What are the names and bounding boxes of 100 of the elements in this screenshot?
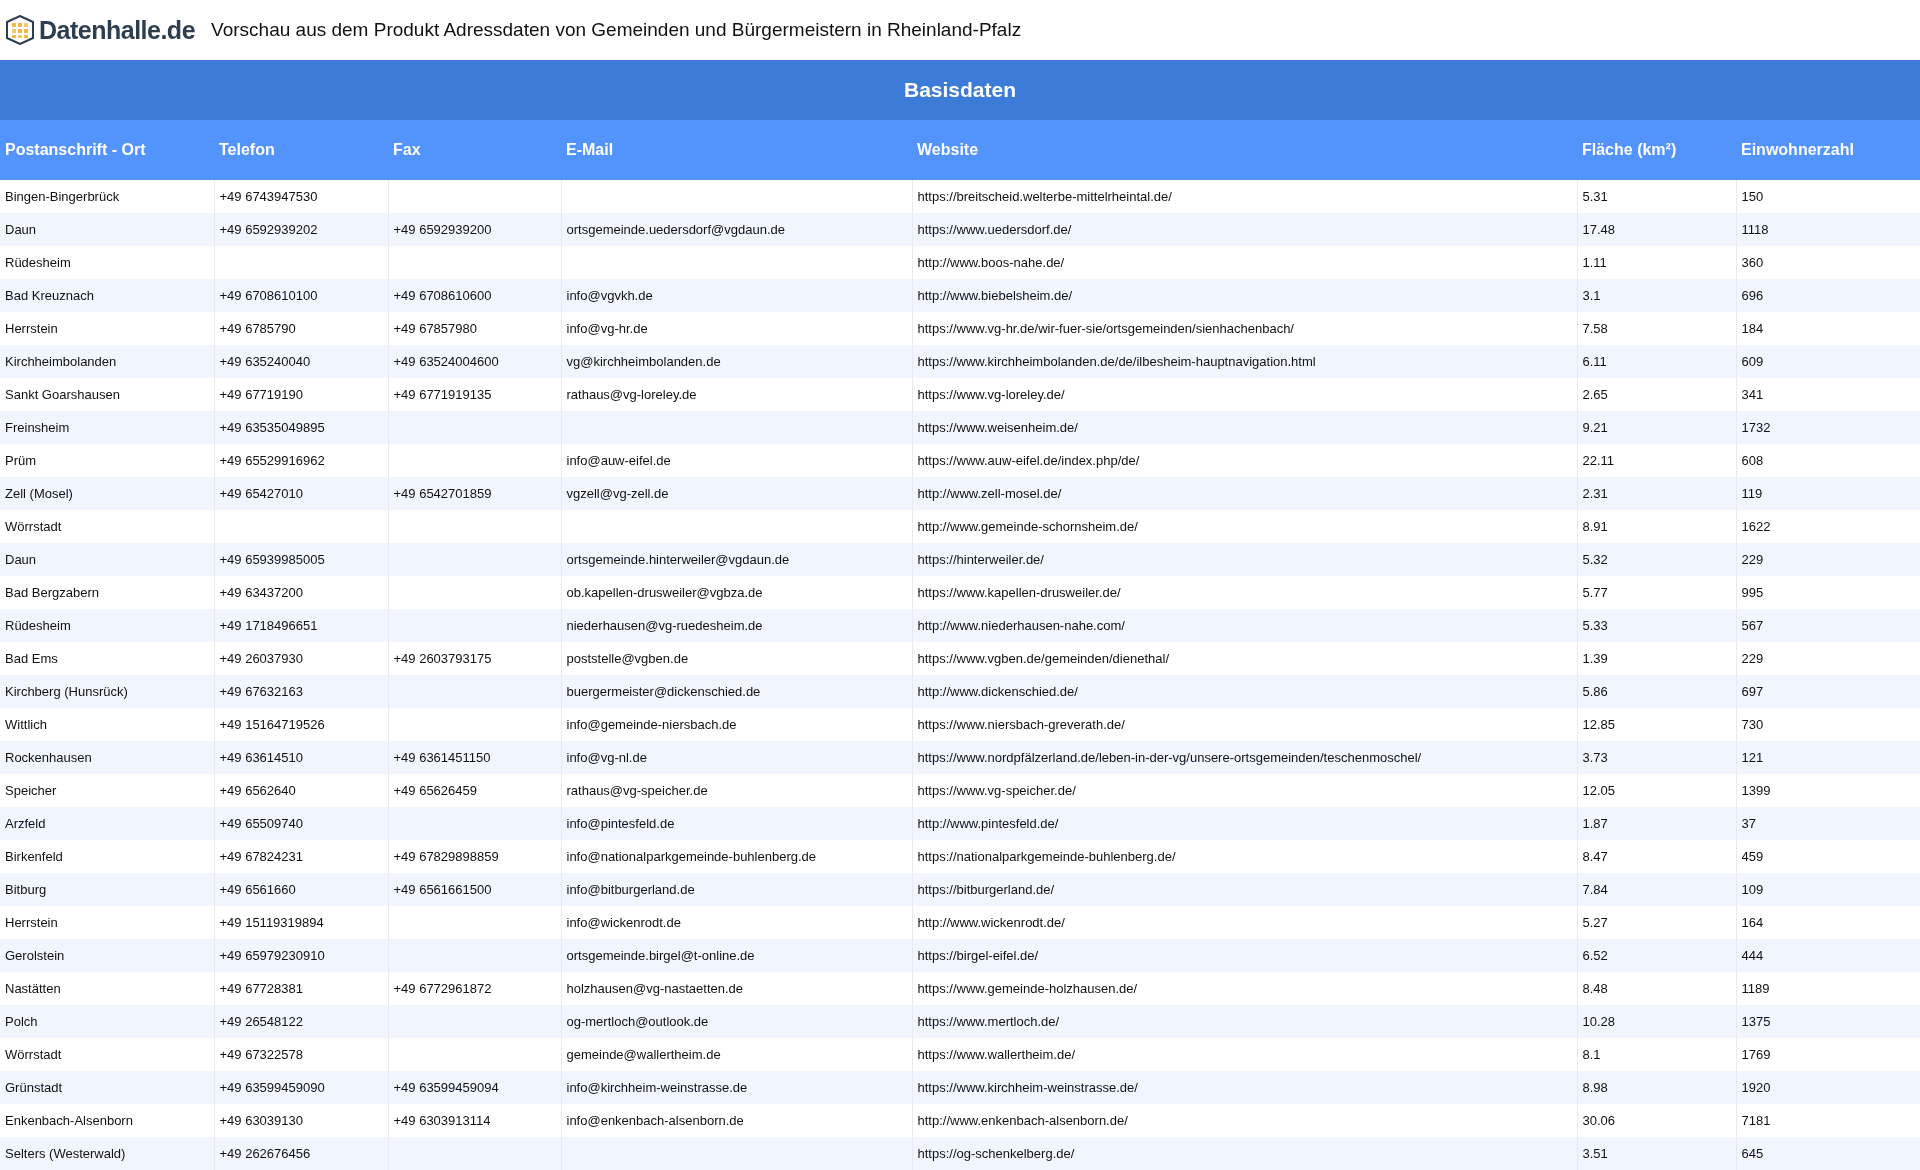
table-cell: 119 <box>1741 486 1763 501</box>
column-heading: Telefon <box>214 120 388 180</box>
table-cell: 8.98 <box>1582 1080 1608 1095</box>
table-cell: 164 <box>1741 915 1764 930</box>
table-cell: info@wickenrodt.de <box>566 915 681 930</box>
table-cell: Bitburg <box>5 882 47 897</box>
table-cell: +49 65979230910 <box>219 948 325 963</box>
table-cell: buergermeister@dickenschied.de <box>566 684 761 699</box>
table-cell: Rüdesheim <box>5 618 71 633</box>
table-cell: 8.91 <box>1582 519 1608 534</box>
table-cell: 17.48 <box>1582 222 1616 237</box>
table-cell: 3.73 <box>1582 750 1608 765</box>
table-cell: 5.31 <box>1582 189 1608 204</box>
table-cell: Polch <box>5 1014 38 1029</box>
table-cell: https://www.kapellen-drusweiler.de/ <box>917 585 1121 600</box>
table-cell: 1622 <box>1741 519 1771 534</box>
column-heading: Fläche (km²) <box>1577 120 1736 180</box>
table-cell: info@pintesfeld.de <box>566 816 675 831</box>
table-cell: 30.06 <box>1582 1113 1616 1128</box>
table-cell: 3.51 <box>1582 1146 1608 1161</box>
table-cell: rathaus@vg-loreley.de <box>566 387 697 402</box>
table-cell: ortsgemeinde.birgel@t-online.de <box>566 948 755 963</box>
table-cell: +49 67829898859 <box>393 849 499 864</box>
table-cell: +49 65529916962 <box>219 453 325 468</box>
table-cell: Herrstein <box>5 915 58 930</box>
column-heading: Einwohnerzahl <box>1736 120 1920 180</box>
table-cell: https://www.uedersdorf.de/ <box>917 222 1072 237</box>
table-cell: 229 <box>1741 552 1764 567</box>
table-cell: +49 6561660 <box>219 882 296 897</box>
table-cell: Kirchberg (Hunsrück) <box>5 684 128 699</box>
table-cell: info@bitburgerland.de <box>566 882 695 897</box>
table-cell: 37 <box>1741 816 1756 831</box>
table-cell: Gerolstein <box>5 948 65 963</box>
table-cell: +49 26548122 <box>219 1014 303 1029</box>
table-cell: +49 6361451150 <box>393 750 491 765</box>
table-cell: niederhausen@vg-ruedesheim.de <box>566 618 763 633</box>
table-cell: 5.86 <box>1582 684 1608 699</box>
table-cell: 150 <box>1741 189 1764 204</box>
table-cell: 444 <box>1741 948 1764 963</box>
table-cell: +49 15119319894 <box>219 915 324 930</box>
table-cell: http://www.boos-nahe.de/ <box>917 255 1065 270</box>
table-cell: 7.84 <box>1582 882 1608 897</box>
table-cell: 360 <box>1741 255 1764 270</box>
table-cell: 567 <box>1741 618 1764 633</box>
table-cell: info@vgvkh.de <box>566 288 653 303</box>
table-cell: +49 63599459094 <box>393 1080 499 1095</box>
table-cell: 341 <box>1741 387 1764 402</box>
table-cell: og-mertloch@outlook.de <box>566 1014 709 1029</box>
table-cell: 1399 <box>1741 783 1771 798</box>
table-cell: info@auw-eifel.de <box>566 453 671 468</box>
table-cell: +49 6785790 <box>219 321 296 336</box>
table-cell: Wörrstadt <box>5 519 62 534</box>
table-cell: Wörrstadt <box>5 1047 62 1062</box>
table-cell: https://hinterweiler.de/ <box>917 552 1044 567</box>
group-heading: Basisdaten <box>0 60 1920 120</box>
table-cell: +49 63599459090 <box>219 1080 325 1095</box>
table-cell: gemeinde@wallertheim.de <box>566 1047 721 1062</box>
table-cell: Bad Bergzabern <box>5 585 99 600</box>
table-cell: https://www.nordpfälzerland.de/leben-in-der-vg/unsere-ortsgemeinden/teschenmoschel/ <box>917 750 1422 765</box>
table-cell: +49 67857980 <box>393 321 477 336</box>
table-cell: 109 <box>1741 882 1764 897</box>
table-cell: 1732 <box>1741 420 1771 435</box>
table-cell: 1375 <box>1741 1014 1771 1029</box>
table-cell: https://www.vg-loreley.de/ <box>917 387 1065 402</box>
table-cell: ortsgemeinde.hinterweiler@vgdaun.de <box>566 552 790 567</box>
table-cell: +49 6303913114 <box>393 1113 491 1128</box>
table-cell: 1769 <box>1741 1047 1771 1062</box>
table-cell: https://www.gemeinde-holzhausen.de/ <box>917 981 1138 996</box>
table-cell: +49 6708610600 <box>393 288 492 303</box>
table-cell: Prüm <box>5 453 37 468</box>
table-cell: +49 63039130 <box>219 1113 303 1128</box>
table-cell: info@kirchheim-weinstrasse.de <box>566 1080 748 1095</box>
table-cell: +49 6561661500 <box>393 882 492 897</box>
table-cell: ob.kapellen-drusweiler@vgbza.de <box>566 585 763 600</box>
table-cell: https://www.kirchheimbolanden.de/de/ilbesheim-hauptnavigation.html <box>917 354 1316 369</box>
table-cell: https://breitscheid.welterbe-mittelrheintal.de/ <box>917 189 1172 204</box>
table-cell: info@vg-hr.de <box>566 321 648 336</box>
table-cell: Arzfeld <box>5 816 46 831</box>
table-cell: http://www.gemeinde-schornsheim.de/ <box>917 519 1138 534</box>
table-cell: https://www.vgben.de/gemeinden/dienethal/ <box>917 651 1169 666</box>
table-cell: 12.85 <box>1582 717 1616 732</box>
table-cell: Herrstein <box>5 321 58 336</box>
table-cell: http://www.zell-mosel.de/ <box>917 486 1062 501</box>
table-cell: 12.05 <box>1582 783 1616 798</box>
table-cell: Freinsheim <box>5 420 70 435</box>
page-title: Vorschau aus dem Produkt Adressdaten von Gemeinden und Bürgermeistern in Rheinland-Pfalz <box>211 19 1022 41</box>
table-cell: +49 63524004600 <box>393 354 499 369</box>
table-cell: info@gemeinde-niersbach.de <box>566 717 737 732</box>
table-cell: 7.58 <box>1582 321 1608 336</box>
table-cell: http://www.dickenschied.de/ <box>917 684 1078 699</box>
table-cell: +49 6772961872 <box>393 981 492 996</box>
table-cell: https://www.kirchheim-weinstrasse.de/ <box>917 1080 1138 1095</box>
table-cell: http://www.pintesfeld.de/ <box>917 816 1059 831</box>
table-cell: +49 65427010 <box>219 486 303 501</box>
table-cell: 121 <box>1741 750 1764 765</box>
table-cell: +49 26037930 <box>219 651 303 666</box>
table-cell: 6.11 <box>1582 354 1607 369</box>
table-cell: https://www.mertloch.de/ <box>917 1014 1060 1029</box>
table-cell: +49 6542701859 <box>393 486 492 501</box>
logo-text[interactable]: Datenhalle.de <box>39 15 196 45</box>
